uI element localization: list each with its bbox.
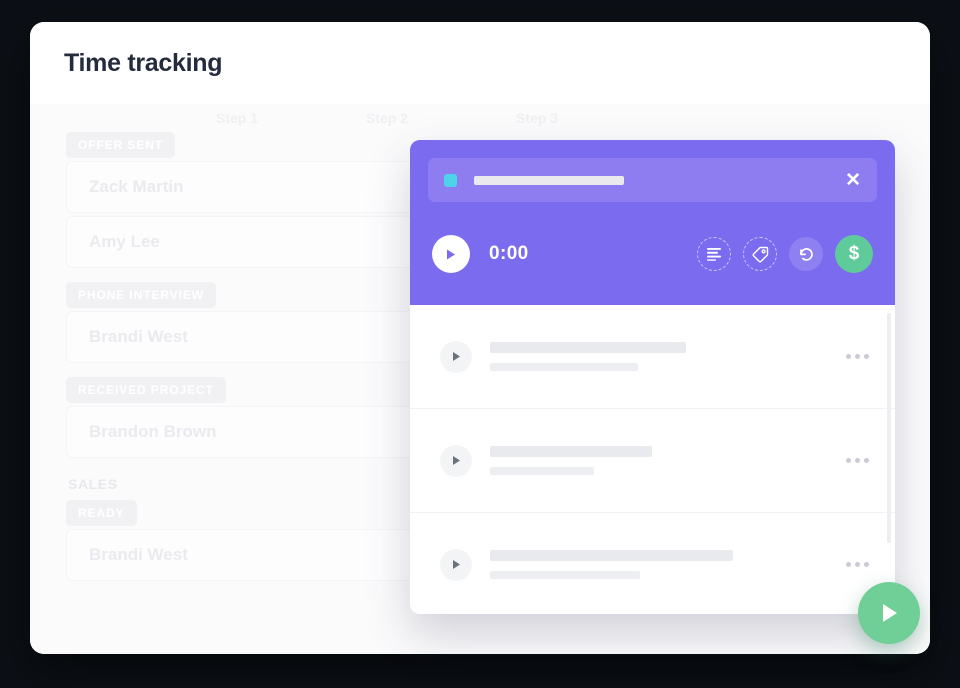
scrollbar[interactable] xyxy=(887,313,891,543)
entry-title-placeholder xyxy=(490,550,733,561)
billable-button[interactable]: $ xyxy=(835,235,873,273)
board-column-header: Step 1 xyxy=(216,110,259,126)
resume-entry-button[interactable] xyxy=(440,340,472,373)
description-button[interactable] xyxy=(697,237,731,271)
start-timer-button[interactable] xyxy=(432,235,470,273)
row-menu-icon[interactable] xyxy=(846,562,869,567)
entry-title-placeholder xyxy=(490,446,652,457)
entry-skeleton-lines xyxy=(490,342,836,371)
time-entry-list xyxy=(410,305,895,614)
play-icon xyxy=(453,456,460,465)
table-row[interactable] xyxy=(410,513,895,614)
history-icon xyxy=(799,247,813,261)
color-chip-icon[interactable] xyxy=(444,173,457,187)
entry-skeleton-lines xyxy=(490,550,836,579)
resume-entry-button[interactable] xyxy=(440,444,472,477)
resume-entry-button[interactable] xyxy=(440,548,472,581)
tag-button[interactable] xyxy=(743,237,777,271)
tag-icon xyxy=(751,246,768,263)
timer-value: 0:00 xyxy=(489,243,529,264)
board-column-header: Step 3 xyxy=(516,110,559,126)
tracker-tools: $ xyxy=(697,235,873,273)
play-icon xyxy=(447,249,455,259)
row-menu-icon[interactable] xyxy=(846,354,869,359)
play-icon xyxy=(453,352,460,361)
row-menu-icon[interactable] xyxy=(846,458,869,463)
entry-description-input[interactable] xyxy=(474,175,624,185)
entry-input-row[interactable]: ✕ xyxy=(428,158,877,202)
play-icon xyxy=(453,560,460,569)
tracker-header: ✕ 0:00 $ xyxy=(410,140,895,305)
page-title: Time tracking xyxy=(64,48,223,77)
status-badge[interactable]: RECEIVED PROJECT xyxy=(66,377,226,403)
board-column-header xyxy=(66,110,216,132)
board-column-headers: Step 1 Step 2 Step 3 xyxy=(30,110,930,132)
play-icon xyxy=(883,604,897,622)
entry-title-placeholder xyxy=(490,342,686,353)
entry-subtitle-placeholder xyxy=(490,571,640,579)
status-badge[interactable]: PHONE INTERVIEW xyxy=(66,282,216,308)
table-row[interactable] xyxy=(410,409,895,513)
entry-subtitle-placeholder xyxy=(490,467,594,475)
app-header: Time tracking xyxy=(30,22,930,104)
timer-controls: 0:00 $ xyxy=(428,235,877,273)
board-column-header: Step 2 xyxy=(366,110,409,126)
description-icon xyxy=(707,248,721,261)
status-badge[interactable]: OFFER SENT xyxy=(66,132,176,158)
table-row[interactable] xyxy=(410,305,895,409)
history-button[interactable] xyxy=(789,237,823,271)
entry-skeleton-lines xyxy=(490,446,836,475)
close-icon[interactable]: ✕ xyxy=(845,171,861,190)
floating-start-timer-button[interactable] xyxy=(858,582,920,644)
time-tracker-modal: ✕ 0:00 $ xyxy=(410,140,895,614)
status-badge[interactable]: READY xyxy=(66,500,137,526)
entry-subtitle-placeholder xyxy=(490,363,638,371)
